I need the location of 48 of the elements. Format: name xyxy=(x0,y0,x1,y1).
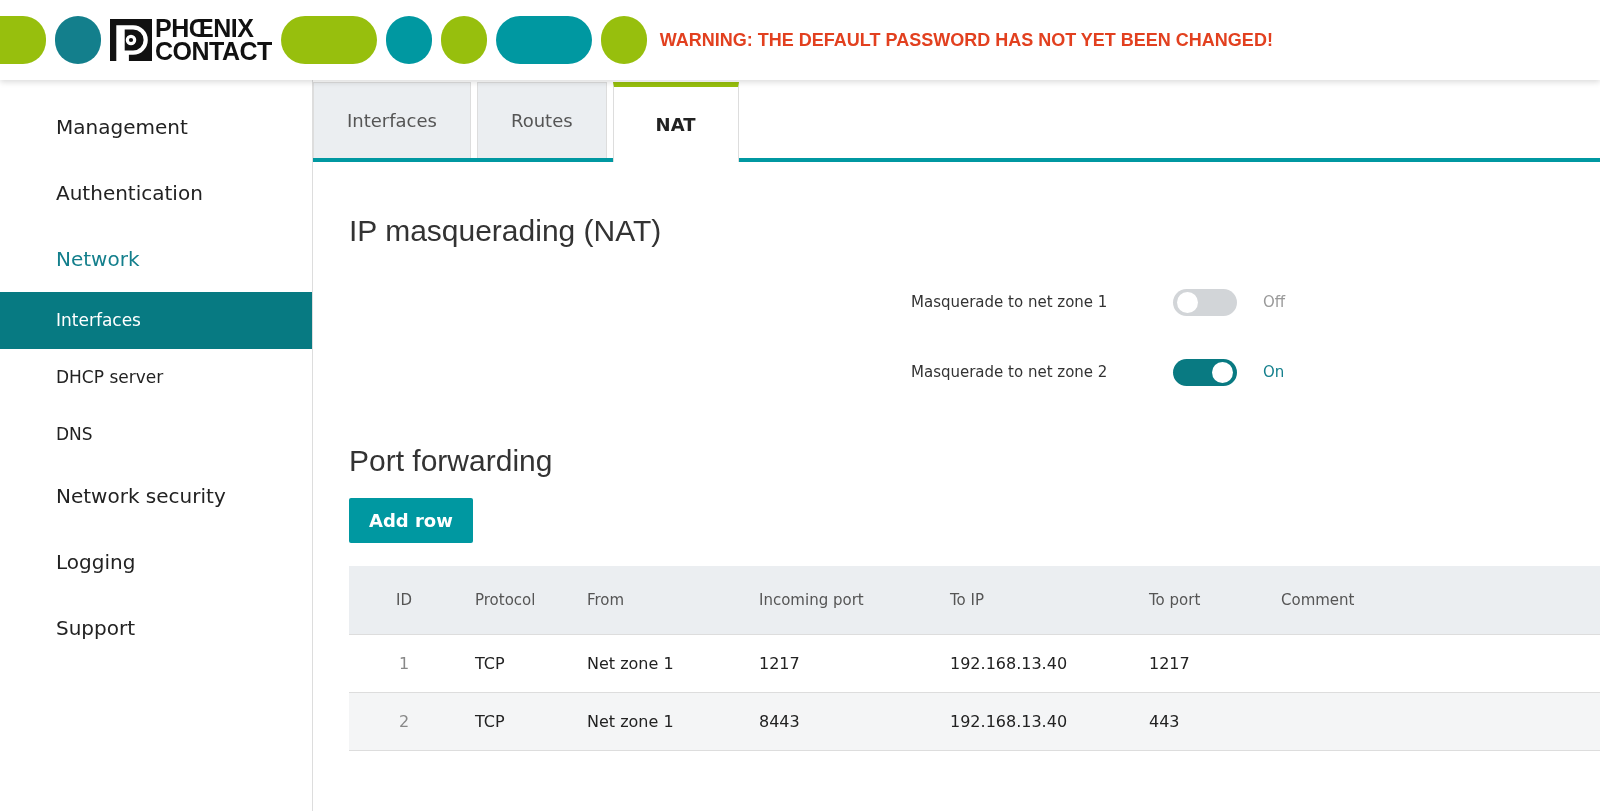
column-header: ID xyxy=(395,591,413,609)
table-cell-text: 192.168.13.40 xyxy=(949,654,1069,673)
logo-text: CONTACT xyxy=(155,40,272,63)
sidebar-subitem[interactable]: DHCP server xyxy=(0,349,312,406)
sidebar-item[interactable]: Network security xyxy=(0,463,312,529)
table-cell-text: 2 xyxy=(397,712,411,731)
table-cell-text: 192.168.13.40 xyxy=(949,712,1069,731)
tab[interactable]: Interfaces xyxy=(313,82,471,158)
sidebar-item[interactable]: Management xyxy=(0,94,312,160)
decorative-circle xyxy=(55,16,101,64)
toggle-switch[interactable] xyxy=(1173,288,1237,316)
sidebar-item[interactable]: Support xyxy=(0,595,312,661)
table-cell-text: 8443 xyxy=(758,712,801,731)
decorative-circle xyxy=(385,16,432,64)
table-cell-text: 443 xyxy=(1148,712,1181,731)
section-title: IP masquerading (NAT) xyxy=(349,214,663,248)
toggle-label: Masquerade to net zone 1 xyxy=(911,293,1109,311)
add-row-button[interactable]: Add row xyxy=(349,498,473,543)
toggle-state: Off xyxy=(1263,293,1286,311)
column-header: Protocol xyxy=(474,591,537,609)
decorative-circle xyxy=(600,16,647,64)
column-header: To IP xyxy=(949,591,986,609)
table-cell-text: TCP xyxy=(474,654,506,673)
column-header: To port xyxy=(1148,591,1202,609)
sidebar-item[interactable]: Network xyxy=(0,226,312,292)
section-title: Port forwarding xyxy=(349,444,554,478)
column-header: Incoming port xyxy=(758,591,865,609)
toggle-state: On xyxy=(1263,363,1285,381)
sidebar-subitem[interactable]: Interfaces xyxy=(0,292,312,349)
password-warning: WARNING: THE DEFAULT PASSWORD HAS NOT YET BEEN CHANGED! xyxy=(659,29,1273,51)
table-cell-text: Net zone 1 xyxy=(586,712,675,731)
toggle-label: Masquerade to net zone 2 xyxy=(911,363,1109,381)
sidebar-subitem[interactable]: DNS xyxy=(0,406,312,463)
table-cell-text: 1 xyxy=(397,654,411,673)
tab[interactable]: Routes xyxy=(476,82,607,158)
table-cell-text: TCP xyxy=(474,712,506,731)
logo-text: PHŒNIX xyxy=(155,17,255,40)
logo-icon xyxy=(110,19,152,61)
table-cell-text: Net zone 1 xyxy=(586,654,675,673)
column-header: Comment xyxy=(1280,591,1356,609)
decorative-circle xyxy=(440,16,487,64)
sidebar-item[interactable]: Authentication xyxy=(0,160,312,226)
table-cell-text: 1217 xyxy=(758,654,801,673)
tab[interactable]: NAT xyxy=(612,82,739,162)
sidebar-item[interactable]: Logging xyxy=(0,529,312,595)
table-cell-text: 1217 xyxy=(1148,654,1191,673)
toggle-switch[interactable] xyxy=(1173,358,1237,386)
column-header: From xyxy=(586,591,626,609)
